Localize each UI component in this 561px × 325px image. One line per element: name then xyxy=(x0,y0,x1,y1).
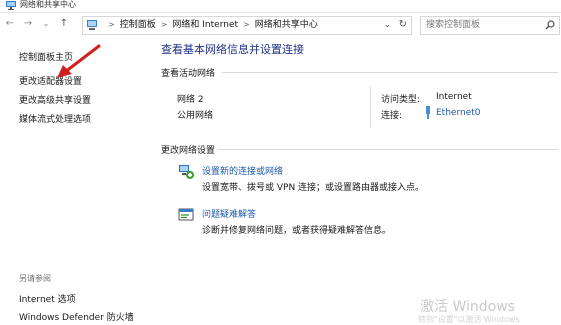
activation-watermark: 激活 Windows xyxy=(420,299,515,315)
address-dropdown-button[interactable]: ⌄ xyxy=(383,18,391,32)
forward-button[interactable]: → xyxy=(22,17,34,31)
back-button[interactable]: ← xyxy=(4,17,16,31)
connection-label: 连接: xyxy=(381,111,403,121)
access-type-label: 访问类型: xyxy=(381,95,421,105)
breadcrumb-separator: > xyxy=(243,20,250,29)
divider xyxy=(218,149,558,150)
breadcrumb-network-sharing[interactable]: 网络和共享中心 xyxy=(255,20,318,30)
ethernet-link[interactable]: Ethernet0 xyxy=(436,108,481,118)
see-also-firewall[interactable]: Windows Defender 防火墙 xyxy=(19,310,134,323)
see-also-heading: 另请参阅 xyxy=(19,274,51,283)
ethernet-icon xyxy=(426,106,430,119)
breadcrumb: > 控制面板 > 网络和 Internet > 网络和共享中心 xyxy=(103,18,318,32)
network-name: 网络 2 xyxy=(177,95,204,105)
see-also-internet-options[interactable]: Internet 选项 xyxy=(19,292,76,305)
divider xyxy=(222,72,558,73)
window-title: 网络和共享中心 xyxy=(20,0,76,9)
setup-connection-description: 设置宽带、拨号或 VPN 连接；或设置路由器或接入点。 xyxy=(202,183,425,193)
up-button[interactable]: ↑ xyxy=(58,17,70,31)
breadcrumb-control-panel[interactable]: 控制面板 xyxy=(120,20,156,30)
breadcrumb-separator: > xyxy=(108,20,115,29)
network-setup-icon xyxy=(179,165,194,179)
change-settings-heading: 更改网络设置 xyxy=(161,146,216,156)
search-placeholder: 搜索控制面板 xyxy=(426,20,481,30)
network-center-icon xyxy=(6,1,16,10)
search-input[interactable]: 搜索控制面板 xyxy=(420,16,560,35)
control-panel-icon xyxy=(87,20,97,30)
navigation-bar: ← → ⌄ ↑ > 控制面板 > 网络和 Internet > 网络和共享中心 ⌄ ↻ 搜… xyxy=(0,13,561,37)
breadcrumb-network-internet[interactable]: 网络和 Internet xyxy=(172,20,238,30)
red-arrow-annotation xyxy=(57,44,101,78)
access-type-value: Internet xyxy=(436,92,472,102)
address-bar[interactable]: > 控制面板 > 网络和 Internet > 网络和共享中心 ⌄ ↻ xyxy=(82,16,412,35)
sidebar: 控制面板主页 更改适配器设置 更改高级共享设置 媒体流式处理选项 另请参阅 In… xyxy=(0,37,150,324)
activation-watermark-subtext: 转到"设置"以激活 Windows xyxy=(418,315,520,324)
setup-new-connection-link[interactable]: 设置新的连接或网络 xyxy=(202,164,283,177)
search-icon xyxy=(545,20,555,30)
active-networks-heading: 查看活动网络 xyxy=(161,69,216,79)
page-title: 查看基本网络信息并设置连接 xyxy=(161,43,304,56)
divider xyxy=(370,86,371,128)
recent-locations-button[interactable]: ⌄ xyxy=(40,17,52,31)
troubleshoot-description: 诊断并修复网络问题，或者获得疑难解答信息。 xyxy=(202,226,392,236)
network-type-link[interactable]: 公用网络 xyxy=(177,108,213,121)
sidebar-item-media-streaming[interactable]: 媒体流式处理选项 xyxy=(19,112,91,125)
title-bar: 网络和共享中心 xyxy=(0,0,561,13)
breadcrumb-separator: > xyxy=(160,20,168,29)
refresh-button[interactable]: ↻ xyxy=(399,18,407,32)
troubleshoot-icon xyxy=(178,208,194,221)
troubleshoot-link[interactable]: 问题疑难解答 xyxy=(202,207,256,220)
sidebar-item-advanced-sharing[interactable]: 更改高级共享设置 xyxy=(19,93,91,106)
